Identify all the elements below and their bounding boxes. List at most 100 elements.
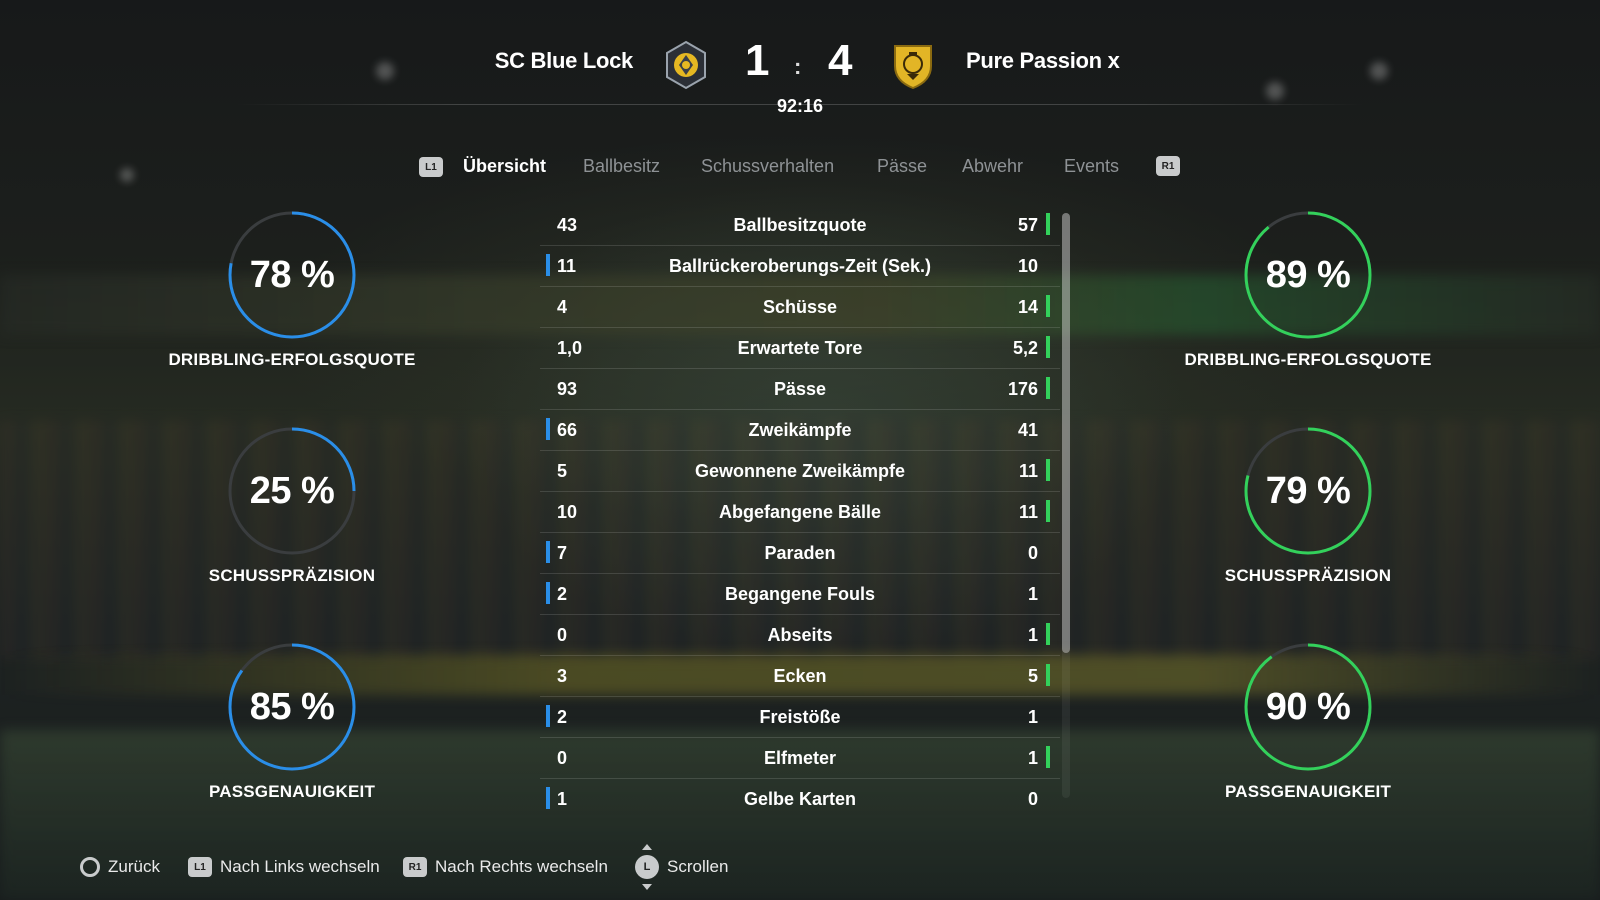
gauge-value: 85 % xyxy=(249,685,335,728)
away-leader-bar xyxy=(1046,377,1050,399)
scroll-hint[interactable]: L Scrollen xyxy=(635,844,729,890)
stat-row: 4 Schüsse 14 xyxy=(540,287,1060,328)
stat-row: 93 Pässe 176 xyxy=(540,369,1060,410)
away-stat-value: 1 xyxy=(1027,707,1038,727)
circle-button-icon xyxy=(80,857,100,877)
stat-name: Schüsse xyxy=(762,297,838,317)
away-stat-value: 0 xyxy=(1027,789,1038,809)
gauge-label: SCHUSSPRÄZISION xyxy=(208,566,376,585)
away-stat-value: 176 xyxy=(1007,379,1038,399)
away-team-name: Pure Passion x xyxy=(966,48,1120,73)
match-clock: 92:16 xyxy=(776,96,824,116)
stat-name: Abseits xyxy=(767,625,833,645)
home-stat-value: 93 xyxy=(557,379,578,399)
away-stat-value: 11 xyxy=(1018,502,1038,522)
away-stat-value: 11 xyxy=(1018,461,1038,481)
left-stick-icon: L xyxy=(635,844,659,890)
away-score: 4 xyxy=(828,36,853,85)
home-stat-value: 10 xyxy=(557,502,578,522)
away-stat-value: 1 xyxy=(1027,625,1038,645)
match-stats-screen: SC Blue Lock 1 : 4 Pure Passion x 92:16 … xyxy=(0,0,1600,900)
home-stat-value: 66 xyxy=(557,420,578,440)
switch-left-hint[interactable]: L1 Nach Links wechseln xyxy=(188,852,380,882)
away-stat-value: 1 xyxy=(1027,748,1038,768)
background-floodlight xyxy=(1370,62,1388,80)
away-stat-value: 57 xyxy=(1017,215,1038,235)
home-leader-bar xyxy=(546,582,550,604)
stats-scrollbar-thumb[interactable] xyxy=(1062,213,1070,653)
l1-button-icon[interactable]: L1 xyxy=(419,157,443,177)
home-team-crest-icon xyxy=(663,40,709,90)
stats-table: 43 Ballbesitzquote 57 11 Ballrückeroberu… xyxy=(540,205,1060,819)
gauge-value: 78 % xyxy=(249,253,335,296)
home-leader-bar xyxy=(546,418,550,440)
back-hint[interactable]: Zurück xyxy=(80,852,160,882)
stat-row: 43 Ballbesitzquote 57 xyxy=(540,205,1060,246)
gauge-value: 90 % xyxy=(1265,685,1351,728)
stat-name: Paraden xyxy=(764,543,836,563)
away-leader-bar xyxy=(1046,623,1050,645)
tab-passe[interactable]: Pässe xyxy=(877,156,927,177)
stat-row: 2 Begangene Fouls 1 xyxy=(540,574,1060,615)
switch-right-hint[interactable]: R1 Nach Rechts wechseln xyxy=(403,852,608,882)
home-stat-value: 1 xyxy=(557,789,568,809)
stat-row: 1 Gelbe Karten 0 xyxy=(540,779,1060,819)
home-stat-value: 0 xyxy=(557,625,568,645)
stat-name: Gewonnene Zweikämpfe xyxy=(694,461,906,481)
away-stat-value: 1 xyxy=(1027,584,1038,604)
away-stat-value: 0 xyxy=(1027,543,1038,563)
scroll-label: Scrollen xyxy=(667,857,729,876)
stat-row: 2 Freistöße 1 xyxy=(540,697,1060,738)
away-leader-bar xyxy=(1046,746,1050,768)
away-leader-bar xyxy=(1046,295,1050,317)
home-leader-bar xyxy=(546,787,550,809)
home-stat-value: 11 xyxy=(557,256,577,276)
gauge-label: PASSGENAUIGKEIT xyxy=(1224,782,1392,801)
header-divider xyxy=(235,104,1365,105)
back-label: Zurück xyxy=(108,857,160,876)
stat-row: 11 Ballrückeroberungs-Zeit (Sek.) 10 xyxy=(540,246,1060,287)
stat-name: Ecken xyxy=(773,666,827,686)
gauge-label: PASSGENAUIGKEIT xyxy=(208,782,376,801)
tab-ubersicht[interactable]: Übersicht xyxy=(463,156,546,177)
stats-scrollbar[interactable] xyxy=(1062,213,1070,798)
stat-name: Gelbe Karten xyxy=(743,789,857,809)
r1-button-icon[interactable]: R1 xyxy=(1156,156,1180,176)
stat-row: 0 Abseits 1 xyxy=(540,615,1060,656)
controller-hints: Zurück L1 Nach Links wechseln R1 Nach Re… xyxy=(80,844,980,890)
home-stat-value: 2 xyxy=(557,707,568,727)
stat-name: Erwartete Tore xyxy=(737,338,863,358)
stick-label: L xyxy=(643,861,651,873)
gauge-value: 89 % xyxy=(1265,253,1351,296)
home-leader-bar xyxy=(546,254,550,276)
arrow-up-icon xyxy=(642,844,652,850)
away-leader-bar xyxy=(1046,336,1050,358)
stat-row: 10 Abgefangene Bälle 11 xyxy=(540,492,1060,533)
home-stat-value: 1,0 xyxy=(557,338,583,358)
home-leader-bar xyxy=(546,705,550,727)
tab-schussverhalten[interactable]: Schussverhalten xyxy=(701,156,834,177)
home-stat-value: 5 xyxy=(557,461,568,481)
away-stat-value: 5 xyxy=(1027,666,1038,686)
stat-row: 3 Ecken 5 xyxy=(540,656,1060,697)
stat-row: 1,0 Erwartete Tore 5,2 xyxy=(540,328,1060,369)
stat-name: Pässe xyxy=(773,379,827,399)
home-stat-value: 2 xyxy=(557,584,568,604)
home-stat-value: 4 xyxy=(557,297,568,317)
tab-events[interactable]: Events xyxy=(1064,156,1119,177)
arrow-down-icon xyxy=(642,884,652,890)
stat-name: Elfmeter xyxy=(763,748,837,768)
away-stat-value: 10 xyxy=(1017,256,1038,276)
tab-abwehr[interactable]: Abwehr xyxy=(962,156,1023,177)
tab-ballbesitz[interactable]: Ballbesitz xyxy=(583,156,660,177)
stat-name: Ballrückeroberungs-Zeit (Sek.) xyxy=(668,256,932,276)
r1-button-icon: R1 xyxy=(403,857,427,877)
gauge-label: SCHUSSPRÄZISION xyxy=(1224,566,1392,585)
gauge-value: 79 % xyxy=(1265,469,1351,512)
stat-name: Abgefangene Bälle xyxy=(718,502,882,522)
home-stat-value: 7 xyxy=(557,543,568,563)
background-floodlight xyxy=(1266,82,1284,100)
stat-name: Freistöße xyxy=(759,707,841,727)
away-leader-bar xyxy=(1046,500,1050,522)
l1-button-icon: L1 xyxy=(188,857,212,877)
